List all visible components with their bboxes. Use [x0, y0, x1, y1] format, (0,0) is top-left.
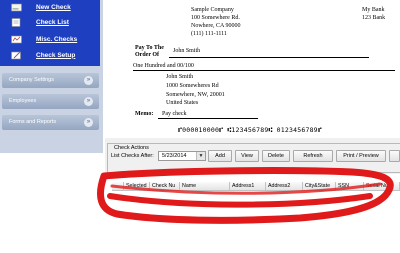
delete-button[interactable]: Delete	[262, 150, 290, 162]
list-checks-after-label: List Checks After:	[111, 153, 154, 159]
chevron-down-icon[interactable]: »	[84, 76, 93, 85]
column-header-name[interactable]: Name	[180, 182, 230, 191]
payee-line: John Smith	[173, 48, 201, 54]
column-header-city-state[interactable]: City&State	[303, 182, 336, 191]
check-preview: Sample Company 100 Somewhere Rd. Nowhere…	[105, 0, 400, 137]
misc-checks-icon	[11, 35, 22, 43]
sidebar: New Check Check List Misc. Checks Check …	[0, 0, 103, 153]
checks-grid: Selected Check Nu Name Address1 Address2…	[112, 182, 400, 191]
new-check-icon	[11, 3, 22, 11]
check-list-icon	[11, 17, 21, 27]
memo-label: Memo:	[135, 111, 154, 117]
memo-underline	[158, 118, 258, 119]
print-preview-button[interactable]: Print / Preview	[336, 150, 386, 162]
check-nav-panel: New Check Check List Misc. Checks Check …	[0, 0, 100, 66]
nav-item-check-list[interactable]: Check List	[0, 15, 100, 29]
nav-item-label: Check List	[36, 18, 69, 26]
chevron-down-icon[interactable]: »	[84, 118, 93, 127]
company-address-line1: 100 Somewhere Rd.	[191, 15, 240, 21]
order-of-label: Order Of	[135, 52, 160, 58]
check-setup-icon	[11, 51, 21, 59]
pay-to-label: Pay To The	[135, 45, 164, 51]
date-picker[interactable]: 5/23/2014 ▼	[158, 151, 206, 161]
memo-value: Pay check	[162, 111, 187, 117]
column-header-serial-number[interactable]: Serial Num	[364, 182, 400, 191]
payee-name: John Smith	[166, 74, 194, 80]
section-company-settings[interactable]: Company Settings »	[2, 73, 99, 88]
date-value: 5/23/2014	[162, 153, 187, 159]
section-label: Forms and Reports	[9, 119, 57, 125]
view-button[interactable]: View	[235, 150, 259, 162]
section-label: Company Settings	[9, 77, 54, 83]
payee-address-line1: 1000 Somewheres Rd	[166, 83, 219, 89]
section-label: Employees	[9, 98, 37, 104]
more-button[interactable]	[389, 150, 400, 162]
refresh-button[interactable]: Refresh	[293, 150, 333, 162]
nav-item-new-check[interactable]: New Check	[0, 0, 100, 14]
section-employees[interactable]: Employees »	[2, 94, 99, 109]
bank-name: My Bank	[362, 7, 385, 13]
company-address-line2: Nowhere, CA 90000	[191, 23, 241, 29]
column-header-check-number[interactable]: Check Nu	[150, 182, 180, 191]
column-header-address1[interactable]: Address1	[230, 182, 266, 191]
nav-item-label: Misc. Checks	[36, 35, 78, 43]
check-actions-label: Check Actions	[113, 145, 150, 151]
nav-item-label: Check Setup	[36, 51, 76, 59]
grid-row-header	[112, 182, 124, 191]
amount-underline	[133, 70, 395, 71]
nav-item-misc-checks[interactable]: Misc. Checks	[0, 32, 100, 46]
company-phone: (111) 111-1111	[191, 31, 227, 37]
nav-item-check-setup[interactable]: Check Setup	[0, 48, 100, 62]
payee-country: United States	[166, 100, 199, 106]
chevron-down-icon[interactable]: »	[84, 97, 93, 106]
chevron-down-icon[interactable]: ▼	[196, 152, 205, 160]
payee-address-line2: Somewhere, NW, 20001	[166, 92, 225, 98]
bank-address: 123 Bank	[362, 15, 386, 21]
amount-in-words: One Hundred and 00/100	[133, 63, 194, 69]
column-header-ssn[interactable]: SSN	[336, 182, 364, 191]
column-header-address2[interactable]: Address2	[266, 182, 303, 191]
column-header-selected[interactable]: Selected	[124, 182, 150, 191]
check-actions-panel: Check Actions List Checks After: 5/23/20…	[105, 138, 400, 174]
company-name: Sample Company	[191, 7, 234, 13]
payee-underline	[169, 57, 369, 58]
micr-line: ⑈000010000⑈ ⑆123456789⑆ 0123456789⑈	[178, 126, 322, 134]
section-forms-and-reports[interactable]: Forms and Reports »	[2, 115, 99, 130]
nav-item-label: New Check	[36, 3, 71, 11]
add-button[interactable]: Add	[208, 150, 232, 162]
